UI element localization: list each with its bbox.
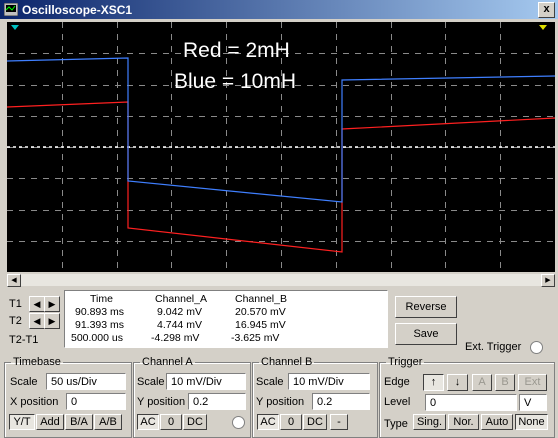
- channel-a-ypos-label: Y position: [137, 396, 186, 408]
- trigger-auto-button[interactable]: Auto: [481, 414, 513, 430]
- header-time: Time: [90, 293, 113, 305]
- channel-a-ypos-field[interactable]: 0.2: [188, 393, 246, 410]
- trigger-single-button[interactable]: Sing.: [413, 414, 446, 430]
- trigger-source-b-button[interactable]: B: [495, 374, 515, 391]
- channel-a-terminal[interactable]: [232, 416, 245, 429]
- timebase-xpos-label: X position: [10, 396, 59, 408]
- scroll-left-button[interactable]: ◀: [7, 274, 21, 287]
- arrow-right-icon: ▶: [48, 299, 56, 309]
- caption-red: Red = 2mH: [183, 39, 290, 62]
- channel-b-zero-button[interactable]: 0: [280, 414, 302, 430]
- diff-channel-b: -3.625 mV: [231, 332, 280, 344]
- channel-b-dc-button[interactable]: DC: [303, 414, 327, 430]
- oscilloscope-app-icon: [4, 3, 18, 16]
- diff-time: 500.000 us: [71, 332, 123, 344]
- caption-blue: Blue = 10mH: [174, 70, 296, 93]
- mode-ba-button[interactable]: B/A: [65, 414, 93, 430]
- mode-ab-button[interactable]: A/B: [94, 414, 122, 430]
- rising-edge-icon: ↑: [430, 376, 437, 388]
- channel-a-ac-button[interactable]: AC: [137, 414, 159, 430]
- t1-channel-a: 9.042 mV: [157, 306, 202, 318]
- header-channel-b: Channel_B: [235, 293, 287, 305]
- falling-edge-icon: ↓: [454, 376, 461, 388]
- channel-a-dc-button[interactable]: DC: [183, 414, 207, 430]
- header-channel-a: Channel_A: [155, 293, 207, 305]
- cursor-t2-label: T2: [9, 315, 22, 327]
- window-title: Oscilloscope-XSC1: [22, 3, 133, 17]
- timebase-xpos-field[interactable]: 0: [66, 393, 126, 410]
- arrow-left-icon: ◀: [33, 299, 41, 309]
- arrow-right-icon: ▶: [545, 277, 551, 284]
- mode-yt-button[interactable]: Y/T: [9, 414, 35, 430]
- t2-left-button[interactable]: ◀: [29, 313, 45, 329]
- channel-a-title: Channel A: [142, 356, 193, 368]
- channel-a-zero-button[interactable]: 0: [160, 414, 182, 430]
- channel-b-invert-button[interactable]: -: [330, 414, 348, 430]
- t2-right-button[interactable]: ▶: [44, 313, 60, 329]
- t1-channel-b: 20.570 mV: [235, 306, 286, 318]
- mode-add-button[interactable]: Add: [36, 414, 64, 430]
- channel-b-ypos-field[interactable]: 0.2: [312, 393, 370, 410]
- cursor-readout-table: Time Channel_A Channel_B 90.893 ms 9.042…: [64, 290, 388, 348]
- t2-channel-b: 16.945 mV: [235, 319, 286, 331]
- channel-a-scale-field[interactable]: 10 mV/Div: [166, 373, 246, 390]
- arrow-left-icon: ◀: [33, 316, 41, 326]
- save-button[interactable]: Save: [395, 323, 457, 345]
- timebase-title: Timebase: [13, 356, 61, 368]
- horizontal-scrollbar[interactable]: ◀ ▶: [7, 274, 555, 287]
- trigger-source-ext-button[interactable]: Ext: [518, 374, 547, 391]
- diff-channel-a: -4.298 mV: [151, 332, 200, 344]
- cursor-t1-label: T1: [9, 298, 22, 310]
- cursor-diff-label: T2-T1: [9, 334, 39, 346]
- channel-b-ypos-label: Y position: [256, 396, 305, 408]
- falling-edge-button[interactable]: ↓: [447, 374, 468, 391]
- trigger-none-button[interactable]: None: [515, 414, 548, 430]
- channel-b-title: Channel B: [261, 356, 313, 368]
- trigger-type-label: Type: [384, 418, 408, 430]
- rising-edge-button[interactable]: ↑: [423, 374, 444, 391]
- timebase-scale-field[interactable]: 50 us/Div: [46, 373, 126, 390]
- timebase-scale-label: Scale: [10, 376, 38, 388]
- trigger-level-label: Level: [384, 396, 411, 408]
- cursor-t2-marker: [539, 25, 547, 30]
- ext-trigger-terminal[interactable]: [530, 341, 543, 354]
- t1-time: 90.893 ms: [75, 306, 125, 318]
- t1-right-button[interactable]: ▶: [44, 296, 60, 312]
- channel-b-scale-label: Scale: [256, 376, 284, 388]
- trigger-source-a-button[interactable]: A: [472, 374, 492, 391]
- trigger-level-field[interactable]: 0: [425, 394, 517, 411]
- channel-b-scale-field[interactable]: 10 mV/Div: [288, 373, 370, 390]
- arrow-right-icon: ▶: [48, 316, 56, 326]
- scroll-right-button[interactable]: ▶: [541, 274, 555, 287]
- scope-display: Red = 2mH Blue = 10mH: [7, 22, 555, 272]
- arrow-left-icon: ◀: [11, 277, 17, 284]
- ext-trigger-label: Ext. Trigger: [465, 341, 522, 353]
- t1-left-button[interactable]: ◀: [29, 296, 45, 312]
- channel-a-scale-label: Scale: [137, 376, 165, 388]
- close-button[interactable]: x: [538, 2, 555, 18]
- trigger-title: Trigger: [388, 356, 423, 368]
- t2-channel-a: 4.744 mV: [157, 319, 202, 331]
- trigger-normal-button[interactable]: Nor.: [448, 414, 479, 430]
- trigger-level-unit[interactable]: V: [519, 394, 547, 411]
- cursor-t1-marker: [11, 25, 19, 30]
- channel-b-ac-button[interactable]: AC: [257, 414, 279, 430]
- title-bar: Oscilloscope-XSC1 x: [0, 0, 558, 19]
- trigger-edge-label: Edge: [384, 376, 410, 388]
- reverse-button[interactable]: Reverse: [395, 296, 457, 318]
- t2-time: 91.393 ms: [75, 319, 125, 331]
